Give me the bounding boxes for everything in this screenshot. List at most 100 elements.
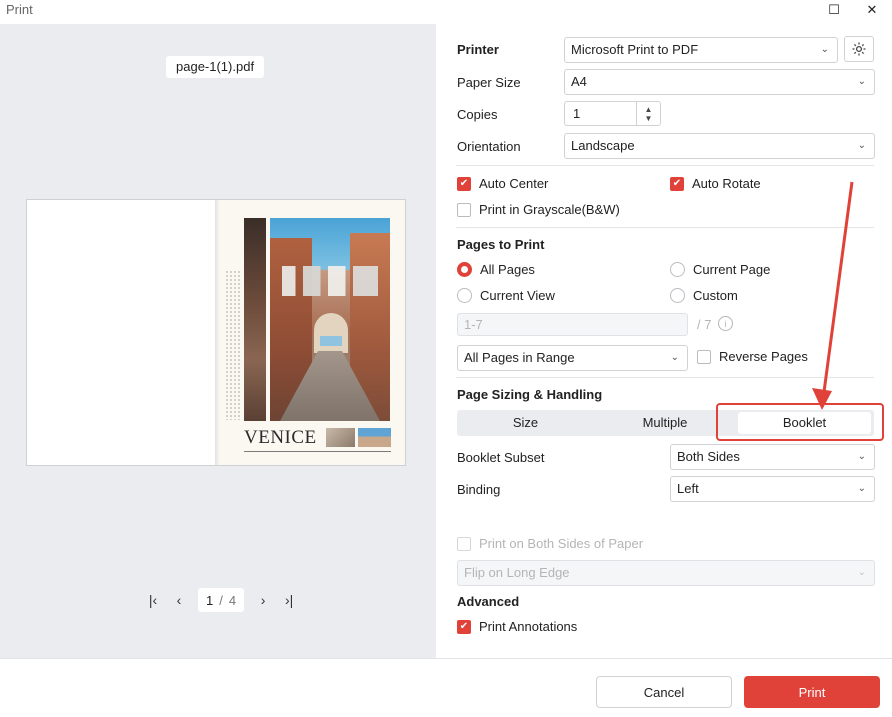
radio-icon[interactable] <box>457 288 472 303</box>
orientation-value: Landscape <box>571 138 635 153</box>
dot-pattern <box>225 270 241 420</box>
chevron-down-icon: ⌄ <box>857 76 866 87</box>
checkbox-icon[interactable] <box>697 349 711 364</box>
thumbnail-photo <box>326 428 355 447</box>
window-title: Print <box>6 2 33 17</box>
title-bar: Print ☐ ✕ <box>0 0 892 24</box>
last-page-icon[interactable]: ›| <box>276 592 302 608</box>
printer-select[interactable]: Microsoft Print to PDF ⌄ <box>564 37 838 63</box>
radio-icon[interactable] <box>670 288 685 303</box>
tab-size[interactable]: Size <box>457 410 594 436</box>
booklet-subset-value: Both Sides <box>677 449 740 464</box>
current-view-radio[interactable]: Current View <box>457 288 555 303</box>
chevron-down-icon: ⌄ <box>857 451 866 462</box>
auto-rotate-checkbox[interactable]: ✔ Auto Rotate <box>670 176 761 191</box>
pages-to-print-heading: Pages to Print <box>457 237 545 252</box>
page-range-input[interactable]: 1-7 <box>457 313 688 336</box>
current-page[interactable]: 1 <box>206 593 213 608</box>
auto-center-label: Auto Center <box>479 176 549 191</box>
current-view-label: Current View <box>480 288 555 303</box>
preview-page: VENICE <box>219 200 405 465</box>
page-subset-value: All Pages in Range <box>464 350 575 365</box>
checkbox-icon[interactable]: ✔ <box>457 176 471 191</box>
copies-label: Copies <box>457 107 498 122</box>
flip-select[interactable]: Flip on Long Edge ⌄ <box>457 560 875 586</box>
binding-label: Binding <box>457 482 501 497</box>
page-separator: / <box>219 592 223 608</box>
checkbox-icon[interactable] <box>457 536 471 551</box>
paper-size-label: Paper Size <box>457 75 521 90</box>
flip-value: Flip on Long Edge <box>464 565 570 580</box>
chevron-down-icon: ⌄ <box>857 567 866 578</box>
page-navigator: |‹ ‹ 1 / 4 › ›| <box>140 588 302 612</box>
booklet-subset-label: Booklet Subset <box>457 450 545 465</box>
orientation-select[interactable]: Landscape ⌄ <box>564 133 875 159</box>
paper-size-value: A4 <box>571 74 587 89</box>
range-total: / 7 <box>697 317 712 332</box>
chevron-down-icon: ⌄ <box>857 483 866 494</box>
all-pages-radio[interactable]: All Pages <box>457 262 535 277</box>
checkbox-icon[interactable] <box>457 202 471 217</box>
total-pages: 4 <box>228 592 237 608</box>
both-sides-label: Print on Both Sides of Paper <box>479 536 644 551</box>
copies-value[interactable]: 1 <box>573 106 580 121</box>
divider <box>244 451 391 452</box>
paper-size-select[interactable]: A4 ⌄ <box>564 69 875 95</box>
radio-icon[interactable] <box>670 262 685 277</box>
gear-icon[interactable] <box>844 36 874 62</box>
maximize-icon[interactable]: ☐ <box>816 0 852 20</box>
booklet-subset-select[interactable]: Both Sides ⌄ <box>670 444 875 470</box>
chevron-down-icon: ⌄ <box>857 140 866 151</box>
binding-value: Left <box>677 481 699 496</box>
tab-multiple[interactable]: Multiple <box>595 410 735 436</box>
print-button[interactable]: Print <box>744 676 880 708</box>
venice-photo <box>270 218 390 421</box>
divider <box>456 377 874 378</box>
file-name-label: page-1(1).pdf <box>166 56 265 78</box>
side-photo <box>244 218 266 421</box>
print-annotations-label: Print Annotations <box>479 619 578 634</box>
print-annotations-checkbox[interactable]: ✔ Print Annotations <box>457 619 577 634</box>
prev-page-icon[interactable]: ‹ <box>166 592 192 608</box>
printer-value: Microsoft Print to PDF <box>571 42 699 57</box>
checkbox-icon[interactable]: ✔ <box>457 619 471 634</box>
checkbox-icon[interactable]: ✔ <box>670 176 684 191</box>
current-page-label: Current Page <box>693 262 771 277</box>
custom-label: Custom <box>693 288 738 303</box>
cancel-button[interactable]: Cancel <box>596 676 732 708</box>
blank-page <box>27 200 217 465</box>
chevron-down-icon: ⌄ <box>820 44 829 55</box>
page-input[interactable]: 1 / 4 <box>198 588 245 612</box>
reverse-pages-label: Reverse Pages <box>719 349 808 364</box>
auto-rotate-label: Auto Rotate <box>692 176 761 191</box>
grayscale-checkbox[interactable]: Print in Grayscale(B&W) <box>457 202 620 217</box>
first-page-icon[interactable]: |‹ <box>140 592 166 608</box>
info-icon[interactable]: i <box>718 316 733 331</box>
thumbnail-photo <box>358 428 391 447</box>
advanced-heading: Advanced <box>457 594 520 609</box>
booklet-highlight-box <box>716 403 884 441</box>
radio-icon[interactable] <box>457 262 472 277</box>
orientation-label: Orientation <box>457 139 521 154</box>
page-sizing-heading: Page Sizing & Handling <box>457 387 603 402</box>
page-subset-select[interactable]: All Pages in Range ⌄ <box>457 345 688 371</box>
both-sides-checkbox[interactable]: Print on Both Sides of Paper <box>457 536 643 551</box>
all-pages-label: All Pages <box>480 262 535 277</box>
preview-panel: page-1(1).pdf VENICE |‹ ‹ 1 / 4 › ›| <box>0 24 436 658</box>
close-icon[interactable]: ✕ <box>854 0 890 20</box>
divider <box>456 165 874 166</box>
print-preview: VENICE <box>26 199 406 466</box>
stepper-arrows-icon[interactable]: ▲ ▼ <box>636 102 660 125</box>
page-heading: VENICE <box>244 427 317 448</box>
binding-select[interactable]: Left ⌄ <box>670 476 875 502</box>
grayscale-label: Print in Grayscale(B&W) <box>479 202 620 217</box>
custom-radio[interactable]: Custom <box>670 288 738 303</box>
printer-label: Printer <box>457 42 499 57</box>
chevron-down-icon: ⌄ <box>670 352 679 363</box>
current-page-radio[interactable]: Current Page <box>670 262 770 277</box>
divider <box>456 227 874 228</box>
auto-center-checkbox[interactable]: ✔ Auto Center <box>457 176 548 191</box>
next-page-icon[interactable]: › <box>250 592 276 608</box>
copies-stepper[interactable]: 1 ▲ ▼ <box>564 101 661 126</box>
reverse-pages-checkbox[interactable]: Reverse Pages <box>697 349 808 364</box>
